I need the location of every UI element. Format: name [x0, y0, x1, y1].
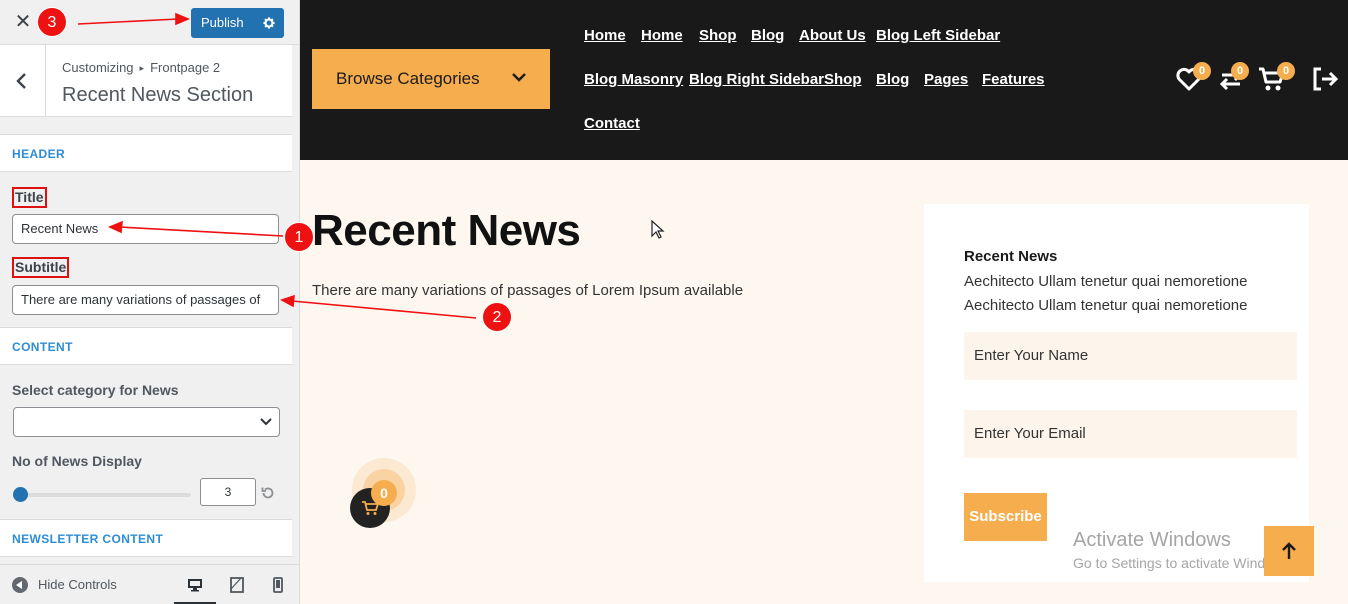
title-input[interactable]: Recent News [12, 214, 279, 244]
news-count-label: No of News Display [12, 453, 142, 469]
nav-link-blog-2[interactable]: Blog [876, 71, 909, 88]
reset-icon[interactable] [260, 485, 276, 501]
subtitle-field-label: Subtitle [12, 257, 70, 278]
annotation-marker-2: 2 [482, 302, 512, 332]
subscribe-button[interactable]: Subscribe [964, 493, 1047, 541]
publish-label: Publish [201, 15, 244, 30]
header-section-heading: HEADER [0, 134, 292, 172]
nav-link-shop[interactable]: Shop [699, 27, 737, 44]
category-select[interactable] [13, 407, 280, 437]
browse-categories-button[interactable]: Browse Categories [312, 49, 550, 109]
chevron-down-icon [260, 418, 272, 426]
header-section-label: HEADER [12, 147, 66, 161]
logout-icon[interactable] [1310, 64, 1340, 94]
newsletter-text: Aechitecto Ullam tenetur quai nemoretion… [964, 273, 1248, 314]
section-title: Recent News Section [62, 84, 254, 106]
hide-controls-button[interactable]: Hide Controls [12, 576, 117, 594]
close-icon[interactable]: ✕ [12, 11, 34, 33]
mobile-icon [273, 577, 283, 593]
desktop-icon [188, 579, 202, 592]
recent-news-title: Recent News [312, 206, 581, 255]
news-count-input[interactable]: 3 [200, 478, 256, 506]
mobile-preview-button[interactable] [257, 565, 299, 604]
tablet-preview-button[interactable] [216, 565, 258, 604]
arrow-up-icon [1282, 542, 1296, 559]
floating-cart-button[interactable]: 0 [350, 458, 420, 528]
site-header: Browse Categories Home Home Shop Blog Ab… [300, 0, 1348, 160]
activate-windows-hint: Go to Settings to activate Windows. [1073, 555, 1294, 571]
browse-categories-label: Browse Categories [336, 69, 480, 88]
mouse-cursor-icon [651, 220, 665, 239]
recent-news-subtitle: There are many variations of passages of… [312, 282, 744, 299]
nav-link-features[interactable]: Features [982, 71, 1045, 88]
annotation-marker-3: 3 [37, 7, 67, 37]
news-count-slider-track[interactable] [18, 493, 191, 497]
tablet-icon [230, 577, 244, 593]
content-section-heading: CONTENT [0, 327, 292, 365]
nav-link-blog-right-sidebar[interactable]: Blog Right Sidebar [689, 71, 824, 88]
title-field-label: Title [12, 187, 47, 208]
chevron-left-icon [16, 73, 26, 89]
nav-link-home[interactable]: Home [584, 27, 626, 44]
cart-count-badge: 0 [1277, 62, 1295, 80]
news-count-slider-handle[interactable] [13, 487, 28, 502]
nav-link-pages[interactable]: Pages [924, 71, 968, 88]
breadcrumb: Customizing ▸ Frontpage 2 [62, 60, 220, 75]
newsletter-name-input[interactable]: Enter Your Name [964, 332, 1297, 380]
compare-count-badge: 0 [1231, 62, 1249, 80]
collapse-icon [12, 576, 28, 593]
nav-link-contact[interactable]: Contact [584, 115, 640, 132]
activate-windows-title: Activate Windows [1073, 529, 1231, 551]
customizer-sidebar: ✕ Publish Customizing ▸ Frontpage 2 Recent… [0, 0, 300, 604]
section-header-panel: Customizing ▸ Frontpage 2 Recent News Sect… [0, 45, 292, 117]
newsletter-section-heading: NEWSLETTER CONTENT [0, 519, 292, 557]
annotation-marker-1: 1 [284, 222, 314, 252]
nav-link-blog[interactable]: Blog [751, 27, 784, 44]
customizer-footer: Hide Controls [0, 564, 299, 604]
newsletter-section-label: NEWSLETTER CONTENT [12, 532, 164, 546]
desktop-preview-button[interactable] [174, 565, 216, 604]
breadcrumb-parent: Frontpage 2 [150, 60, 221, 75]
breadcrumb-root: Customizing [62, 60, 134, 75]
scroll-to-top-button[interactable] [1264, 526, 1314, 576]
newsletter-box: Recent News Aechitecto Ullam tenetur qua… [924, 204, 1309, 582]
newsletter-title: Recent News [964, 248, 1058, 265]
nav-link-about-us[interactable]: About Us [799, 27, 866, 44]
back-button[interactable] [0, 45, 46, 117]
breadcrumb-separator: ▸ [139, 63, 145, 73]
chevron-down-icon [512, 73, 526, 82]
newsletter-email-input[interactable]: Enter Your Email [964, 410, 1297, 458]
nav-link-blog-masonry[interactable]: Blog Masonry [584, 71, 683, 88]
floating-cart-count: 0 [371, 480, 397, 506]
nav-link-home-2[interactable]: Home [641, 27, 683, 44]
content-section-label: CONTENT [12, 340, 73, 354]
nav-link-shop-2[interactable]: Shop [824, 71, 862, 88]
wishlist-count-badge: 0 [1193, 62, 1211, 80]
publish-button[interactable]: Publish [191, 8, 284, 38]
category-select-label: Select category for News [12, 382, 179, 398]
gear-icon[interactable] [262, 16, 276, 30]
nav-link-blog-left-sidebar[interactable]: Blog Left Sidebar [876, 27, 1000, 44]
hide-controls-label: Hide Controls [38, 577, 117, 592]
subtitle-input[interactable]: There are many variations of passages of [12, 285, 279, 315]
